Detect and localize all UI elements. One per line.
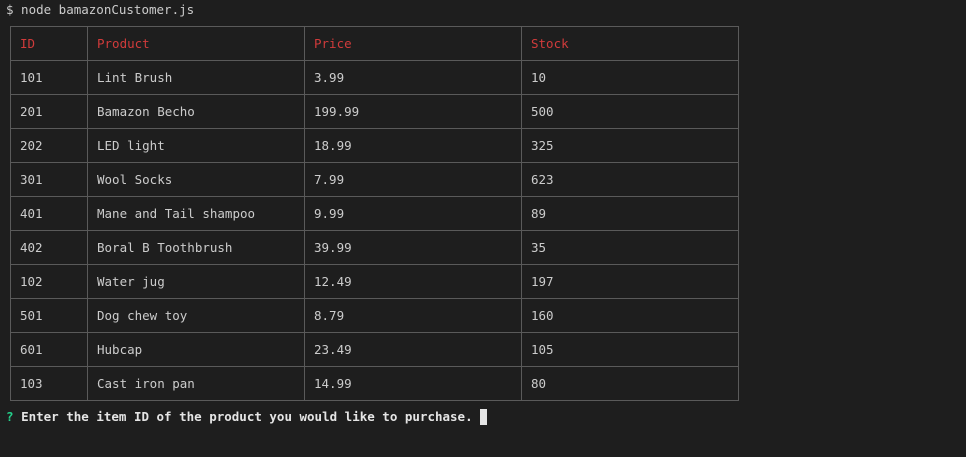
question-mark-icon: ? bbox=[6, 409, 14, 424]
cell-stock: 89 bbox=[521, 196, 739, 231]
cell-price: 39.99 bbox=[304, 230, 522, 265]
cell-stock: 197 bbox=[521, 264, 739, 299]
cell-product: Hubcap bbox=[87, 332, 305, 367]
cell-product: Mane and Tail shampoo bbox=[87, 196, 305, 231]
text-cursor[interactable] bbox=[479, 409, 487, 425]
command-line: $ node bamazonCustomer.js bbox=[6, 2, 195, 17]
cell-price: 18.99 bbox=[304, 128, 522, 163]
cell-price: 8.79 bbox=[304, 298, 522, 333]
cell-price: 9.99 bbox=[304, 196, 522, 231]
cell-id: 301 bbox=[10, 162, 88, 197]
cell-price: 3.99 bbox=[304, 60, 522, 95]
cell-price: 199.99 bbox=[304, 94, 522, 129]
header-stock: Stock bbox=[521, 26, 739, 61]
cell-id: 601 bbox=[10, 332, 88, 367]
cell-price: 14.99 bbox=[304, 366, 522, 401]
table-row: 402 Boral B Toothbrush 39.99 35 bbox=[10, 230, 739, 265]
cell-stock: 160 bbox=[521, 298, 739, 333]
cell-id: 402 bbox=[10, 230, 88, 265]
cell-price: 7.99 bbox=[304, 162, 522, 197]
cell-stock: 35 bbox=[521, 230, 739, 265]
table-row: 501 Dog chew toy 8.79 160 bbox=[10, 298, 739, 333]
cell-id: 103 bbox=[10, 366, 88, 401]
cell-stock: 105 bbox=[521, 332, 739, 367]
table-row: 201 Bamazon Becho 199.99 500 bbox=[10, 94, 739, 129]
cell-product: LED light bbox=[87, 128, 305, 163]
table-row: 202 LED light 18.99 325 bbox=[10, 128, 739, 163]
cell-product: Dog chew toy bbox=[87, 298, 305, 333]
cell-product: Water jug bbox=[87, 264, 305, 299]
prompt-text: Enter the item ID of the product you wou… bbox=[21, 409, 473, 424]
cell-stock: 500 bbox=[521, 94, 739, 129]
cell-stock: 623 bbox=[521, 162, 739, 197]
cell-product: Bamazon Becho bbox=[87, 94, 305, 129]
cell-id: 101 bbox=[10, 60, 88, 95]
table-row: 101 Lint Brush 3.99 10 bbox=[10, 60, 739, 95]
header-product: Product bbox=[87, 26, 305, 61]
input-prompt[interactable]: ? Enter the item ID of the product you w… bbox=[6, 408, 487, 426]
cell-id: 202 bbox=[10, 128, 88, 163]
table-row: 401 Mane and Tail shampoo 9.99 89 bbox=[10, 196, 739, 231]
cell-id: 102 bbox=[10, 264, 88, 299]
cell-id: 201 bbox=[10, 94, 88, 129]
cell-price: 23.49 bbox=[304, 332, 522, 367]
cell-stock: 10 bbox=[521, 60, 739, 95]
cell-product: Boral B Toothbrush bbox=[87, 230, 305, 265]
cell-product: Wool Socks bbox=[87, 162, 305, 197]
table-row: 102 Water jug 12.49 197 bbox=[10, 264, 739, 299]
table-row: 103 Cast iron pan 14.99 80 bbox=[10, 366, 739, 401]
cell-stock: 80 bbox=[521, 366, 739, 401]
cell-id: 501 bbox=[10, 298, 88, 333]
cell-stock: 325 bbox=[521, 128, 739, 163]
product-table: ID Product Price Stock 101 Lint Brush 3.… bbox=[10, 26, 739, 401]
header-price: Price bbox=[304, 26, 522, 61]
cell-product: Lint Brush bbox=[87, 60, 305, 95]
table-header-row: ID Product Price Stock bbox=[10, 26, 739, 61]
cell-price: 12.49 bbox=[304, 264, 522, 299]
table-row: 601 Hubcap 23.49 105 bbox=[10, 332, 739, 367]
table-row: 301 Wool Socks 7.99 623 bbox=[10, 162, 739, 197]
header-id: ID bbox=[10, 26, 88, 61]
cell-id: 401 bbox=[10, 196, 88, 231]
cell-product: Cast iron pan bbox=[87, 366, 305, 401]
